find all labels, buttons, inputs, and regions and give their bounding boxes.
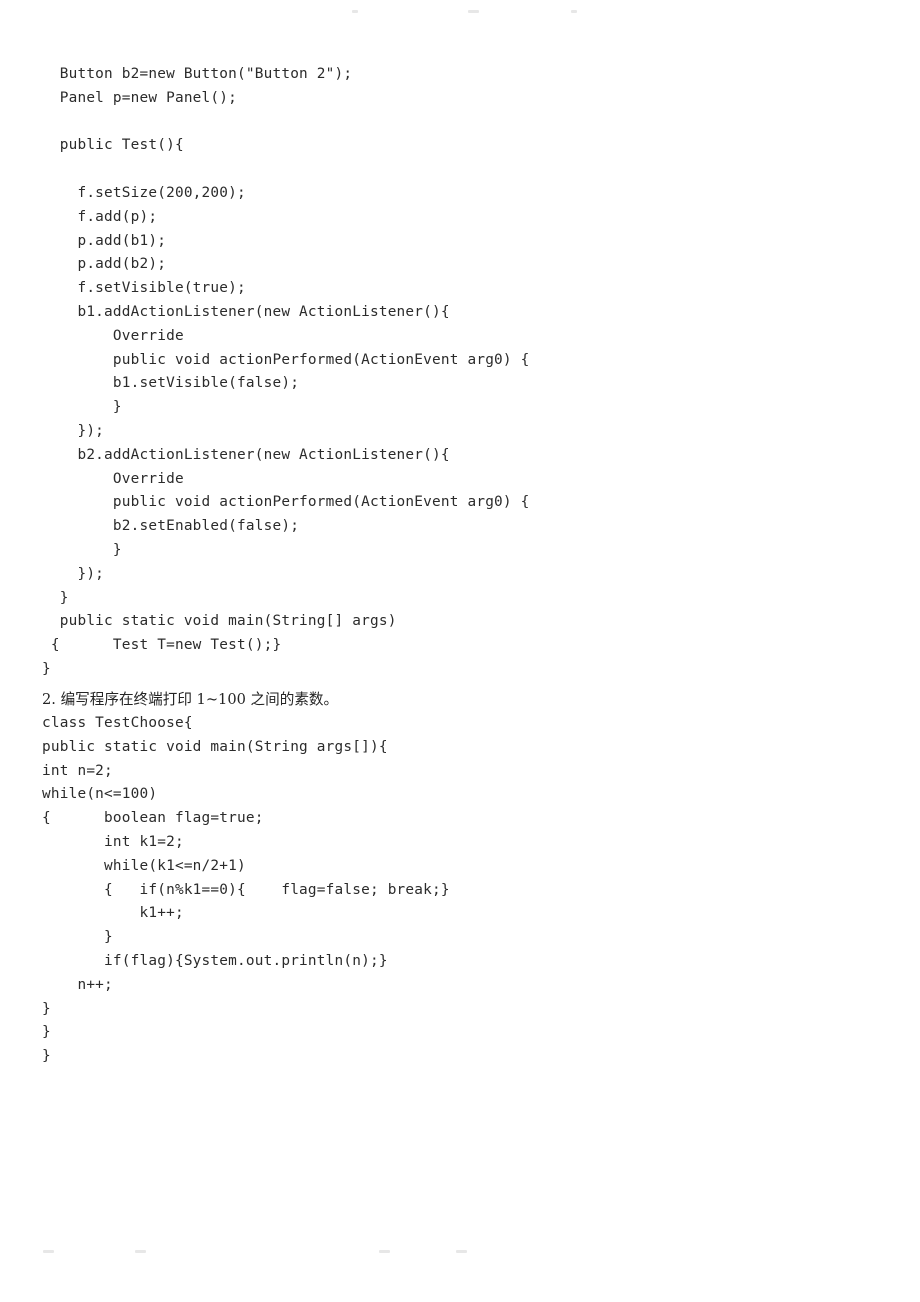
scan-speckle-top-1 <box>468 10 479 13</box>
code-line-a-22: } <box>42 589 69 606</box>
code-line-b-4: { boolean flag=true; <box>42 810 264 827</box>
code-line-b-0: class TestChoose{ <box>42 715 193 731</box>
code-line-a-21: }); <box>42 565 105 582</box>
code-line-b-9: } <box>42 929 113 946</box>
code-line-b-12: } <box>42 1000 51 1017</box>
scan-speckle-top-2 <box>571 10 577 13</box>
code-line-a-16: b2.addActionListener(new ActionListener(… <box>42 446 450 463</box>
code-line-a-12: public void actionPerformed(ActionEvent … <box>42 351 530 368</box>
code-line-a-13: b1.setVisible(false); <box>42 375 300 392</box>
scan-speckle-bottom-3 <box>456 1250 467 1253</box>
scan-speckle-top-0 <box>352 10 358 13</box>
code-line-a-3: public Test(){ <box>42 137 184 154</box>
code-line-a-1: Panel p=new Panel(); <box>42 89 238 106</box>
code-line-a-10: b1.addActionListener(new ActionListener(… <box>42 303 450 320</box>
code-line-a-11: Override <box>42 327 184 344</box>
scan-speckle-bottom-2 <box>379 1250 390 1253</box>
code-line-b-14: } <box>42 1048 51 1065</box>
code-line-a-20: } <box>42 541 122 558</box>
code-line-a-25: } <box>42 660 51 677</box>
code-line-b-2: int n=2; <box>42 762 113 779</box>
code-line-a-0: Button b2=new Button("Button 2"); <box>42 66 353 82</box>
code-line-a-8: p.add(b2); <box>42 256 167 273</box>
code-line-b-5: int k1=2; <box>42 833 184 850</box>
code-line-a-17: Override <box>42 470 184 487</box>
code-line-a-5: f.setSize(200,200); <box>42 184 246 201</box>
code-line-a-4 <box>42 158 920 182</box>
java-code-listing-prime-numbers: class TestChoose{ public static void main… <box>0 712 920 1069</box>
scan-speckle-bottom-1 <box>135 1250 146 1253</box>
scan-speckle-bottom-0 <box>43 1250 54 1253</box>
code-line-b-3: while(n<=100) <box>42 786 158 803</box>
code-line-a-14: } <box>42 399 122 416</box>
code-line-b-11: n++; <box>42 976 113 993</box>
code-line-b-13: } <box>42 1024 51 1041</box>
code-line-a-6: f.add(p); <box>42 208 158 225</box>
document-page: Button b2=new Button("Button 2"); Panel … <box>0 0 920 1302</box>
code-line-b-8: k1++; <box>42 905 184 922</box>
code-line-a-7: p.add(b1); <box>42 232 167 249</box>
code-line-a-19: b2.setEnabled(false); <box>42 518 300 535</box>
code-line-a-2 <box>42 111 920 135</box>
code-line-a-24: { Test T=new Test();} <box>42 637 282 654</box>
code-line-b-1: public static void main(String args[]){ <box>42 738 388 755</box>
java-code-listing-button-panel: Button b2=new Button("Button 2"); Panel … <box>0 63 920 682</box>
exercise-prompt-line: 2. 编写程序在终端打印 1~100 之间的素数。 <box>0 688 920 712</box>
code-line-a-23: public static void main(String[] args) <box>42 613 397 630</box>
code-line-b-7: { if(n%k1==0){ flag=false; break;} <box>42 881 450 898</box>
prompt-line-0: 2. 编写程序在终端打印 1~100 之间的素数。 <box>42 691 339 708</box>
code-line-a-18: public void actionPerformed(ActionEvent … <box>42 494 530 511</box>
code-line-a-15: }); <box>42 422 105 439</box>
code-line-b-10: if(flag){System.out.println(n);} <box>42 952 388 969</box>
code-line-b-6: while(k1<=n/2+1) <box>42 857 246 874</box>
code-line-a-9: f.setVisible(true); <box>42 280 246 297</box>
